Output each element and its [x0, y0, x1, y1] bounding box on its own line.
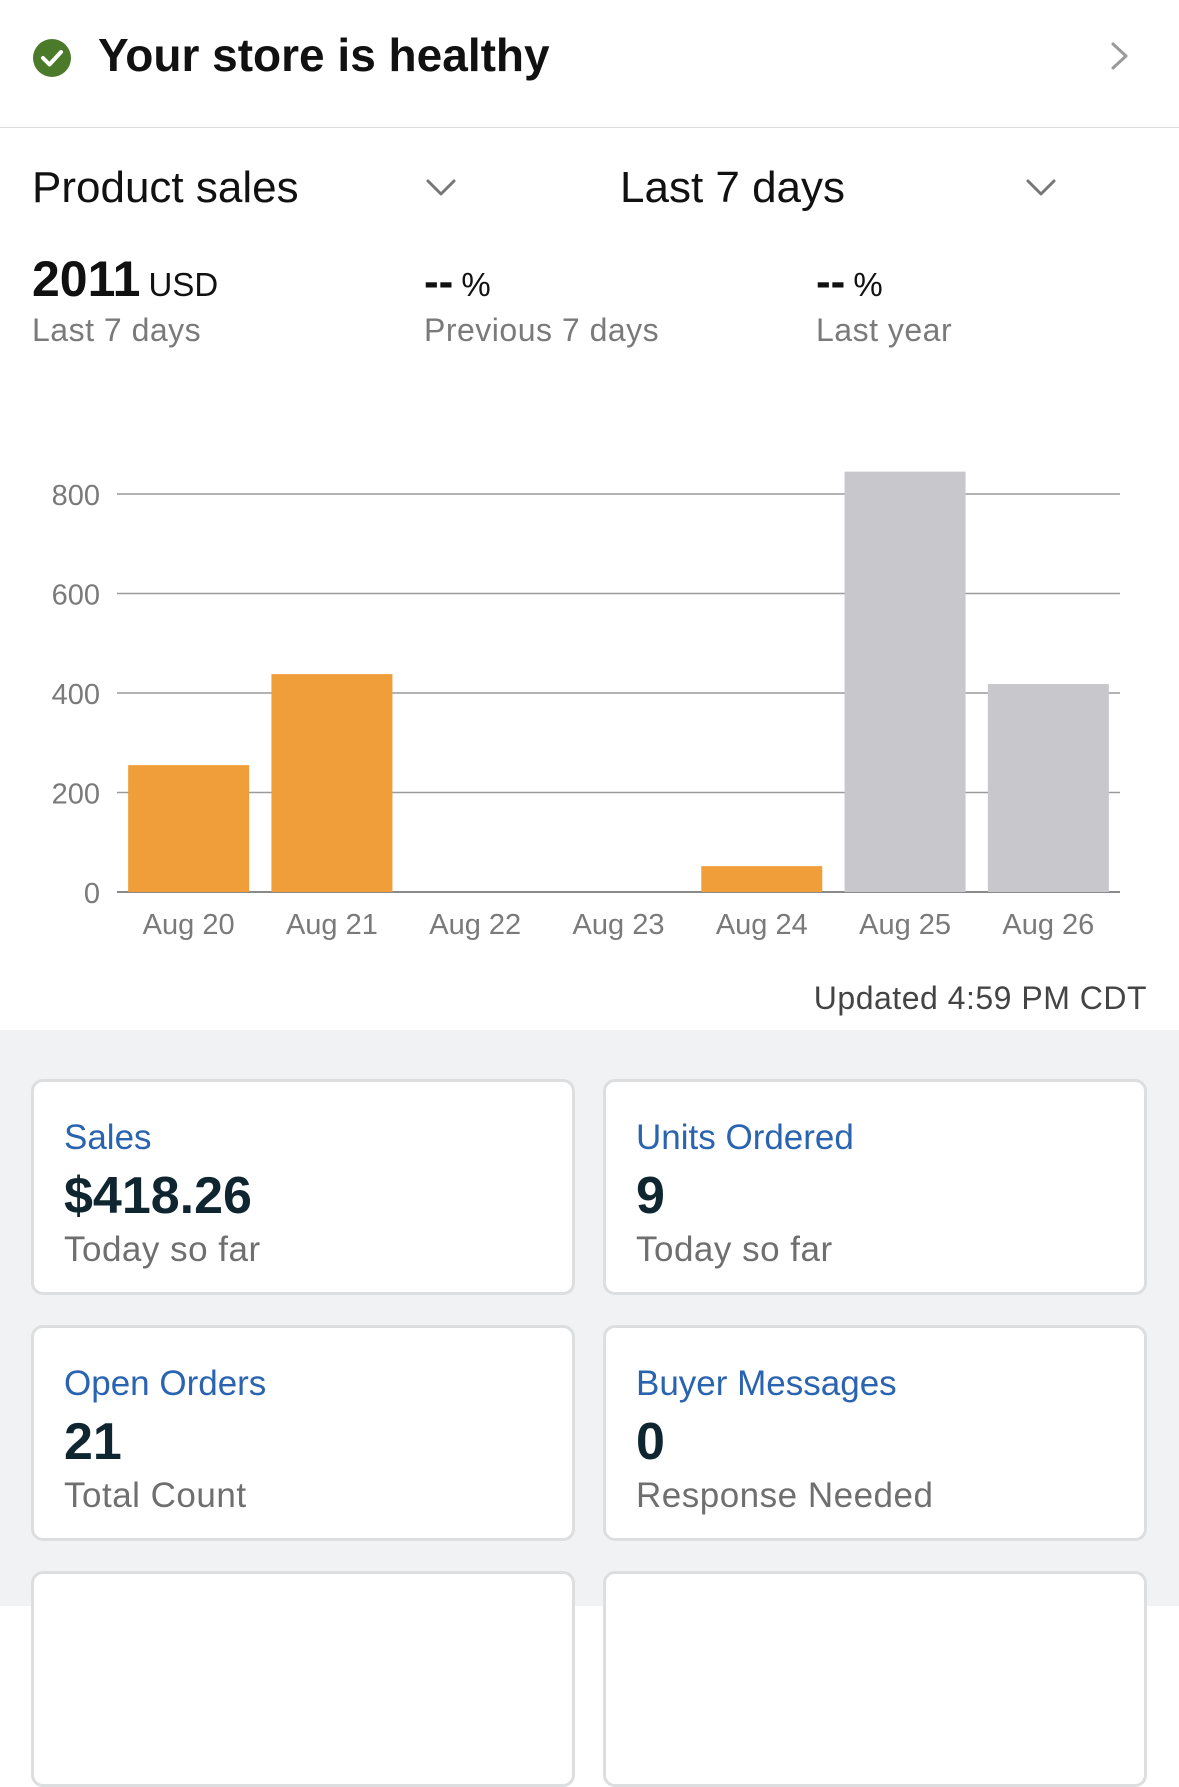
x-tick-label: Aug 25 — [859, 909, 951, 940]
card-title: Open Orders — [64, 1364, 267, 1403]
y-tick-label: 200 — [52, 779, 100, 811]
last-year-change: --% — [816, 250, 883, 308]
x-tick-label: Aug 22 — [429, 909, 521, 940]
updated-timestamp: Updated 4:59 PM CDT — [813, 980, 1147, 1016]
chevron-down-icon[interactable] — [1024, 176, 1058, 200]
metrics-panel: Sales $418.26 Today so far Units Ordered… — [0, 1030, 1179, 1787]
total-sales-number: 2011 — [32, 251, 141, 307]
x-tick-label: Aug 23 — [573, 909, 665, 940]
card-subtitle: Today so far — [636, 1230, 833, 1269]
x-tick-label: Aug 21 — [286, 909, 378, 940]
total-sales-label: Last 7 days — [32, 312, 202, 348]
card-value: 9 — [636, 1167, 665, 1225]
metric-dropdown[interactable]: Product sales — [32, 163, 299, 213]
bar-aug-25[interactable] — [844, 471, 966, 892]
y-tick-label: 0 — [84, 878, 100, 910]
card-value: 0 — [636, 1413, 665, 1471]
bar-aug-26[interactable] — [987, 684, 1109, 892]
x-tick-label: Aug 24 — [716, 909, 808, 940]
y-tick-label: 400 — [52, 679, 100, 711]
check-circle-icon — [33, 39, 71, 77]
last-year-label: Last year — [816, 312, 953, 348]
y-tick-label: 600 — [52, 580, 100, 612]
last-year-unit: % — [853, 266, 883, 303]
sales-bar-chart: 0 200 400 600 800 Aug 20 Aug 21 Aug 22 Aug 23 Aug… — [52, 471, 1120, 940]
units-ordered-card[interactable]: Units Ordered 9 Today so far — [603, 1079, 1147, 1295]
card-title: Buyer Messages — [636, 1364, 897, 1403]
partial-card[interactable] — [603, 1571, 1147, 1787]
card-subtitle: Total Count — [64, 1476, 247, 1515]
chevron-right-icon — [1111, 42, 1128, 70]
last-year-number: -- — [816, 257, 846, 306]
card-title: Sales — [64, 1118, 152, 1157]
bar-aug-20[interactable] — [128, 765, 250, 892]
period-dropdown[interactable]: Last 7 days — [620, 163, 845, 213]
card-subtitle: Today so far — [64, 1230, 261, 1269]
card-title: Units Ordered — [636, 1118, 854, 1157]
x-tick-label: Aug 20 — [143, 909, 235, 940]
x-tick-label: Aug 26 — [1002, 909, 1094, 940]
bar-aug-24[interactable] — [701, 866, 823, 892]
partial-card[interactable] — [31, 1571, 575, 1787]
sales-card[interactable]: Sales $418.26 Today so far — [31, 1079, 575, 1295]
total-sales-unit: USD — [148, 266, 219, 303]
card-subtitle: Response Needed — [636, 1476, 934, 1515]
store-health-title: Your store is healthy — [98, 29, 550, 81]
store-health-banner[interactable]: Your store is healthy — [0, 0, 1179, 128]
chevron-down-icon[interactable] — [424, 176, 458, 200]
card-value: 21 — [64, 1413, 122, 1471]
previous-period-number: -- — [424, 257, 454, 306]
y-tick-label: 800 — [52, 480, 100, 512]
previous-period-unit: % — [461, 266, 491, 303]
buyer-messages-card[interactable]: Buyer Messages 0 Response Needed — [603, 1325, 1147, 1541]
open-orders-card[interactable]: Open Orders 21 Total Count — [31, 1325, 575, 1541]
total-sales-value: 2011 USD — [32, 250, 218, 308]
bar-aug-21[interactable] — [271, 674, 393, 892]
previous-period-label: Previous 7 days — [424, 312, 660, 348]
card-value: $418.26 — [64, 1167, 252, 1225]
previous-period-change: --% — [424, 250, 491, 308]
